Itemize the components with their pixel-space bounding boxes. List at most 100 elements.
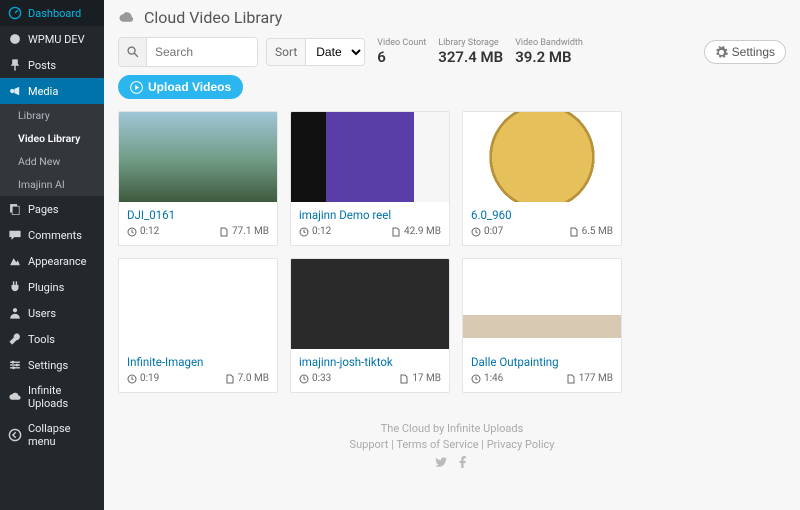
sidebar-item-media[interactable]: Media bbox=[0, 78, 104, 104]
settings-icon bbox=[8, 358, 22, 372]
page-header: Cloud Video Library bbox=[104, 0, 800, 31]
page-footer: The Cloud by Infinite UploadsSupport | T… bbox=[118, 405, 786, 487]
video-card[interactable]: 6.0_9600:076.5 MB bbox=[462, 111, 622, 246]
clock-icon bbox=[127, 227, 137, 237]
sidebar-item-label: Collapse menu bbox=[28, 422, 96, 448]
media-icon bbox=[8, 84, 22, 98]
sidebar-item-label: Pages bbox=[28, 203, 59, 216]
footer-link[interactable]: Privacy Policy bbox=[487, 438, 555, 451]
stat-value: 39.2 MB bbox=[515, 48, 583, 66]
clock-icon bbox=[471, 374, 481, 384]
stat-label: Video Count bbox=[377, 38, 426, 48]
sidebar-item-label: Posts bbox=[28, 59, 56, 72]
video-size: 6.5 MB bbox=[569, 226, 613, 237]
search-icon[interactable] bbox=[119, 38, 147, 66]
video-title: Dalle Outpainting bbox=[471, 355, 613, 369]
video-thumbnail bbox=[291, 259, 449, 349]
file-icon bbox=[391, 227, 401, 237]
play-icon bbox=[130, 81, 143, 94]
video-card[interactable]: imajinn-josh-tiktok0:3317 MB bbox=[290, 258, 450, 393]
sidebar-item-users[interactable]: Users bbox=[0, 300, 104, 326]
sidebar-item-pages[interactable]: Pages bbox=[0, 196, 104, 222]
wpmudev-icon bbox=[8, 32, 22, 46]
tools-icon bbox=[8, 332, 22, 346]
search-input[interactable] bbox=[147, 38, 257, 66]
video-thumbnail bbox=[291, 112, 449, 202]
sidebar-collapse[interactable]: Collapse menu bbox=[0, 416, 104, 454]
sidebar-item-appearance[interactable]: Appearance bbox=[0, 248, 104, 274]
video-title: 6.0_960 bbox=[471, 208, 613, 222]
gear-icon bbox=[715, 46, 728, 59]
video-card[interactable]: imajinn Demo reel0:1242.9 MB bbox=[290, 111, 450, 246]
sidebar-item-label: WPMU DEV bbox=[28, 33, 85, 46]
video-duration: 1:46 bbox=[471, 373, 503, 384]
video-title: Infinite-Imagen bbox=[127, 355, 269, 369]
pin-icon bbox=[8, 58, 22, 72]
video-size: 77.1 MB bbox=[219, 226, 269, 237]
stat-label: Video Bandwidth bbox=[515, 38, 583, 48]
sidebar-item-posts[interactable]: Posts bbox=[0, 52, 104, 78]
sidebar-item-dashboard[interactable]: Dashboard bbox=[0, 0, 104, 26]
video-card[interactable]: Infinite-Imagen0:197.0 MB bbox=[118, 258, 278, 393]
sort-select[interactable]: Date bbox=[305, 38, 365, 66]
clock-icon bbox=[127, 374, 137, 384]
sidebar-item-infinite-uploads[interactable]: Infinite Uploads bbox=[0, 378, 104, 416]
sidebar-item-plugins[interactable]: Plugins bbox=[0, 274, 104, 300]
facebook-icon[interactable] bbox=[456, 455, 470, 469]
footer-link[interactable]: Support bbox=[350, 438, 389, 451]
stat-video-count: Video Count 6 bbox=[377, 38, 426, 66]
stat-library-storage: Library Storage 327.4 MB bbox=[438, 38, 503, 66]
sidebar-sub-video-library[interactable]: Video Library bbox=[0, 127, 104, 150]
sidebar-item-label: Plugins bbox=[28, 281, 64, 294]
sidebar-sub-add-new[interactable]: Add New bbox=[0, 150, 104, 173]
video-size: 17 MB bbox=[399, 373, 441, 384]
sidebar-item-label: Comments bbox=[28, 229, 82, 242]
file-icon bbox=[569, 227, 579, 237]
sidebar-item-label: Tools bbox=[28, 333, 55, 346]
footer-tagline: The Cloud by Infinite Uploads bbox=[118, 422, 786, 435]
settings-button-label: Settings bbox=[732, 45, 775, 59]
video-card[interactable]: Dalle Outpainting1:46177 MB bbox=[462, 258, 622, 393]
sidebar-item-wpmudev[interactable]: WPMU DEV bbox=[0, 26, 104, 52]
sidebar-item-label: Users bbox=[28, 307, 56, 320]
appearance-icon bbox=[8, 254, 22, 268]
pages-icon bbox=[8, 202, 22, 216]
sidebar-item-comments[interactable]: Comments bbox=[0, 222, 104, 248]
footer-link[interactable]: Terms of Service bbox=[396, 438, 478, 451]
settings-button[interactable]: Settings bbox=[704, 40, 786, 64]
stat-value: 6 bbox=[377, 48, 426, 66]
upload-button[interactable]: Upload Videos bbox=[118, 75, 243, 99]
cloud-icon bbox=[8, 390, 22, 404]
video-size: 42.9 MB bbox=[391, 226, 441, 237]
clock-icon bbox=[299, 227, 309, 237]
sidebar-item-label: Infinite Uploads bbox=[28, 384, 96, 410]
search-box bbox=[118, 37, 258, 67]
sidebar-item-settings[interactable]: Settings bbox=[0, 352, 104, 378]
video-title: imajinn-josh-tiktok bbox=[299, 355, 441, 369]
video-title: imajinn Demo reel bbox=[299, 208, 441, 222]
video-card[interactable]: DJI_01610:1277.1 MB bbox=[118, 111, 278, 246]
video-thumbnail bbox=[463, 259, 621, 349]
video-grid: DJI_01610:1277.1 MBimajinn Demo reel0:12… bbox=[104, 111, 800, 510]
main-content: Cloud Video Library Sort Date Video Coun… bbox=[104, 0, 800, 510]
stat-video-bandwidth: Video Bandwidth 39.2 MB bbox=[515, 38, 583, 66]
upload-button-label: Upload Videos bbox=[148, 80, 231, 94]
video-thumbnail bbox=[119, 259, 277, 349]
users-icon bbox=[8, 306, 22, 320]
file-icon bbox=[566, 374, 576, 384]
video-thumbnail bbox=[463, 112, 621, 202]
video-thumbnail bbox=[119, 112, 277, 202]
twitter-icon[interactable] bbox=[434, 455, 448, 469]
sidebar-item-tools[interactable]: Tools bbox=[0, 326, 104, 352]
page-title: Cloud Video Library bbox=[144, 8, 282, 27]
video-title: DJI_0161 bbox=[127, 208, 269, 222]
sidebar-sub-imajinn[interactable]: Imajinn AI bbox=[0, 173, 104, 196]
sidebar-sub-library[interactable]: Library bbox=[0, 104, 104, 127]
plugins-icon bbox=[8, 280, 22, 294]
sort-label: Sort bbox=[266, 38, 305, 66]
file-icon bbox=[219, 227, 229, 237]
toolbar: Sort Date Video Count 6 Library Storage … bbox=[104, 31, 800, 111]
collapse-icon bbox=[8, 428, 22, 442]
app-logo-icon bbox=[118, 9, 136, 27]
file-icon bbox=[399, 374, 409, 384]
